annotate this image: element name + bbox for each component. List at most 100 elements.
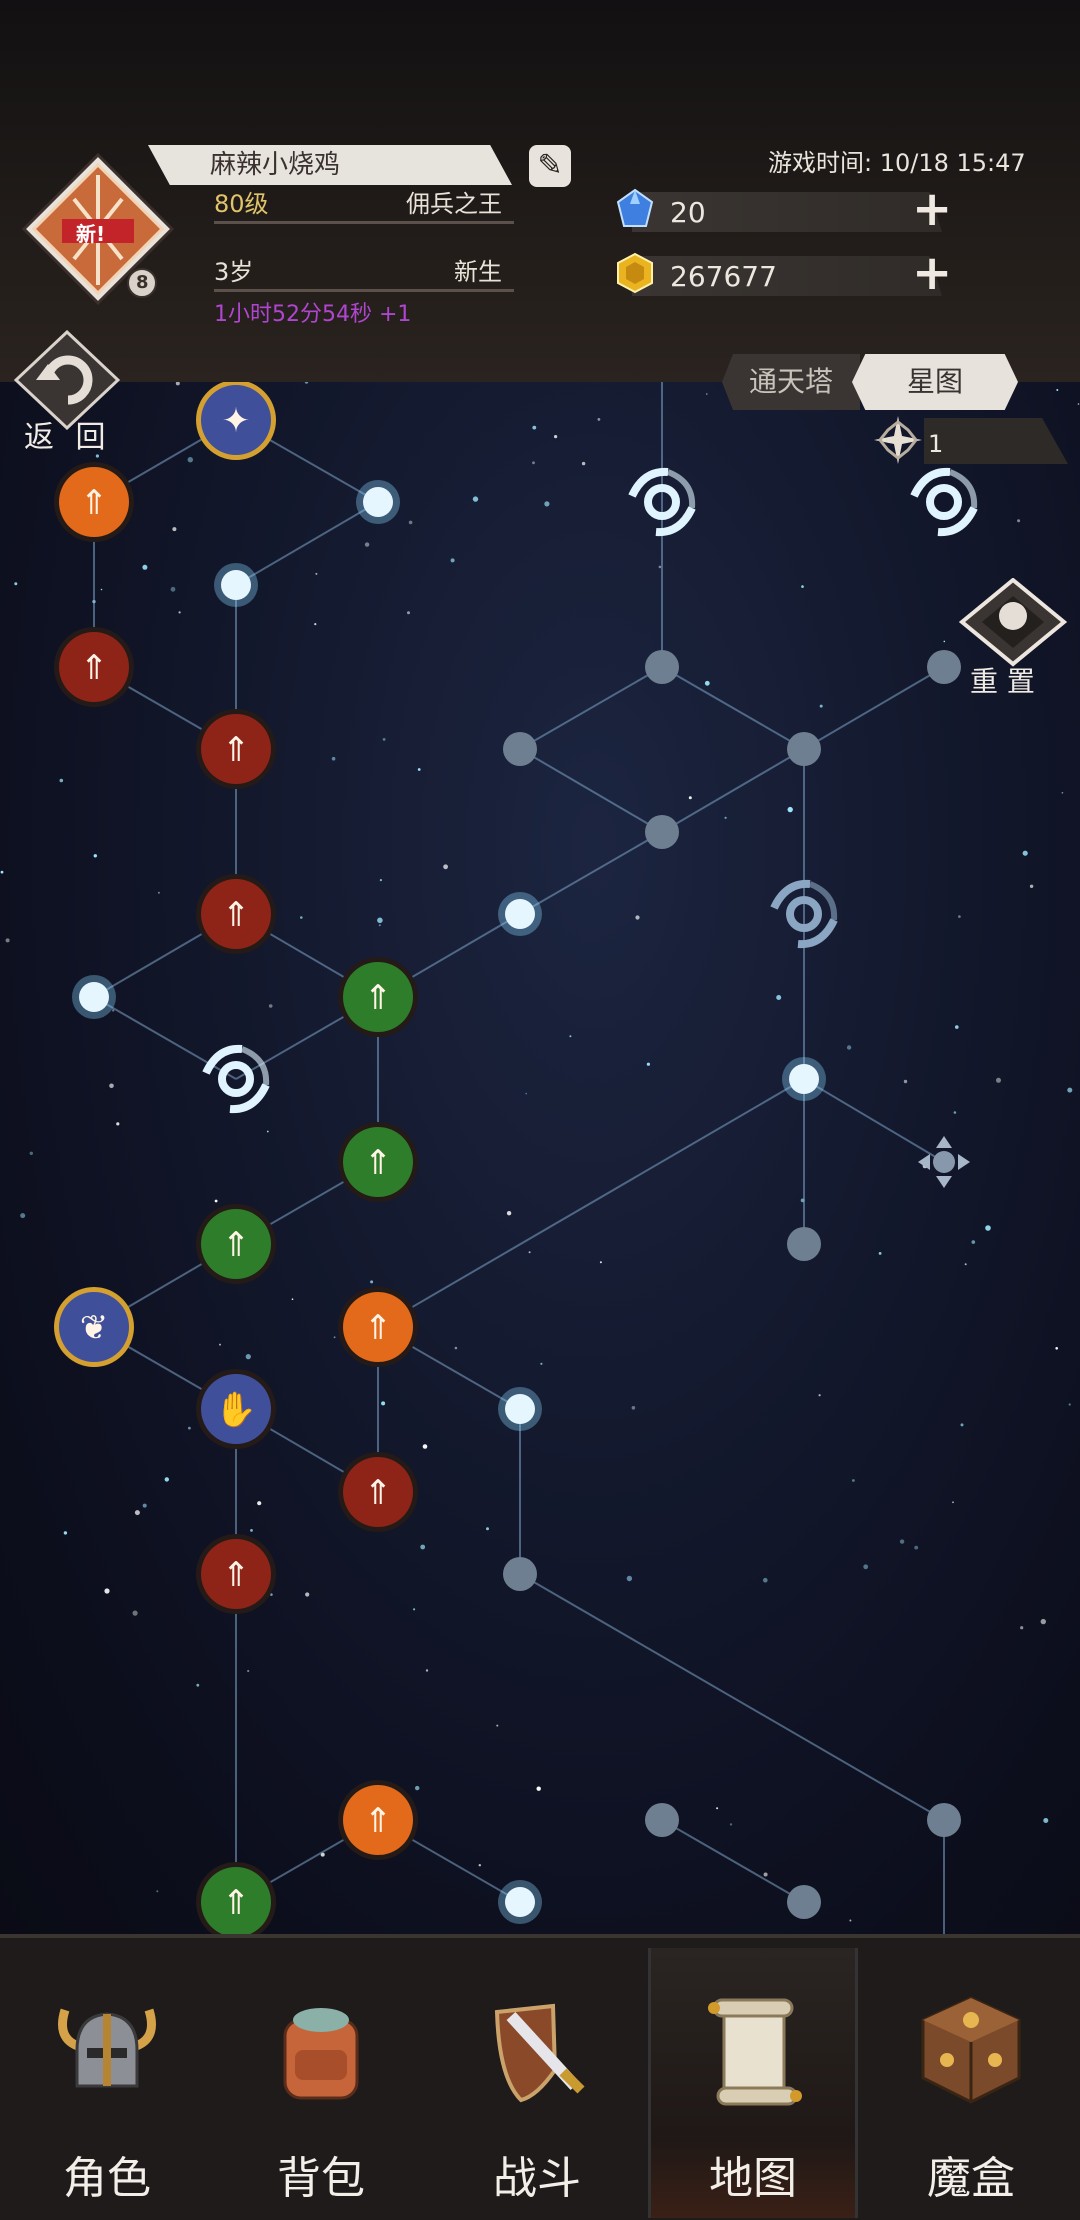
active-star-node[interactable] [782,1057,826,1101]
locked-star-node[interactable] [787,1885,821,1919]
background-star [955,1025,959,1029]
svg-text:⇑: ⇑ [364,1801,393,1841]
diamond-counter: 20 [632,192,942,232]
background-star [985,1225,991,1231]
background-star [413,1608,416,1611]
background-star [496,1724,499,1727]
active-star-node[interactable] [498,1880,542,1924]
locked-star-node[interactable] [645,815,679,849]
nav-magic-box[interactable]: 魔盒 [866,1948,1076,2218]
locked-star-node[interactable] [927,1803,961,1837]
svg-text:⇑: ⇑ [222,730,251,770]
vortex-icon[interactable] [910,467,978,537]
fire-skill-node[interactable]: ⇑ [54,462,134,542]
backpack-icon [283,2008,359,2100]
background-star [100,588,103,591]
background-star [408,520,413,525]
background-star [958,915,961,918]
shield-skill-node[interactable]: ⇑ [196,709,276,789]
background-star [104,1588,110,1594]
background-star [971,1240,976,1244]
star-map-canvas[interactable]: ✦ ⇑ ⇑ ⇑ ⇑ ⇑ ⇑ ⇑ ❦ ✋ ⇑ ⇑ ⇑ ⇑ ⇑ [0,382,1080,1934]
add-diamond-button[interactable]: + [912,185,952,233]
locked-star-node[interactable] [927,650,961,684]
nature-skill-node[interactable]: ⇑ [196,1862,276,1934]
player-name: 麻辣小烧鸡 [210,150,341,180]
active-star-node[interactable] [72,975,116,1019]
blood-skill-node[interactable]: ⇑ [54,627,134,707]
shield-skill-node[interactable]: ⇑ [338,1452,418,1532]
nature-skill-node[interactable]: ⇑ [338,1122,418,1202]
avatar-new-badge: 新! [76,222,106,246]
background-star [599,1261,602,1264]
background-star [569,1035,572,1038]
locked-star-node[interactable] [645,1803,679,1837]
move-cross-icon[interactable] [918,1136,970,1188]
svg-text:✋: ✋ [215,1390,257,1430]
heal-skill-node[interactable]: ✋ [196,1369,276,1449]
spirit-skill-node[interactable]: ❦ [54,1287,134,1367]
background-star [425,1669,429,1672]
active-star-node[interactable] [214,563,258,607]
background-star [763,1872,768,1877]
nav-character[interactable]: 角色 [2,1948,212,2218]
player-header: 新! 8 麻辣小烧鸡 ✎ 80级 佣兵之王 3岁 新生 1小时52分54秒 +1… [0,0,1080,382]
background-star [1055,1347,1058,1350]
background-star [245,1354,251,1360]
nav-label: 角色 [63,2153,151,2204]
background-star [996,1077,1001,1083]
background-star [454,1346,458,1350]
spirit-skill-node[interactable]: ✦ [196,382,276,460]
background-star [903,1079,908,1084]
diamond-icon [616,188,654,227]
blood-skill-node[interactable]: ⇑ [196,1534,276,1614]
svg-text:⇑: ⇑ [222,895,251,935]
background-star [528,1251,531,1254]
diamond-count: 20 [670,196,706,229]
locked-star-node[interactable] [645,650,679,684]
background-star [305,1592,310,1597]
tab-star-map[interactable]: 星图 [852,354,1018,410]
background-star [250,1529,253,1532]
add-gold-button[interactable]: + [912,249,952,297]
background-star [1056,389,1059,391]
background-star [422,1444,428,1449]
nav-backpack[interactable]: 背包 [216,1948,426,2218]
fire-skill-node[interactable]: ⇑ [338,1287,418,1367]
star-map[interactable]: ✦ ⇑ ⇑ ⇑ ⇑ ⇑ ⇑ ⇑ ❦ ✋ ⇑ ⇑ ⇑ ⇑ ⇑ [0,382,1080,1934]
reset-label: 重 置 [970,665,1035,698]
background-star [63,1531,68,1535]
game-time: 游戏时间: 10/18 15:47 [768,149,1026,177]
background-star [381,1401,386,1406]
plus-icon: + [912,245,953,301]
active-star-node[interactable] [498,1387,542,1431]
background-star [364,542,370,547]
background-star [450,558,455,563]
nav-label: 背包 [277,2153,365,2204]
background-star [420,1544,426,1550]
background-star [486,1527,489,1531]
shield-skill-node[interactable]: ⇑ [196,874,276,954]
edit-name-button[interactable]: ✎ [529,145,571,187]
active-star-node[interactable] [498,892,542,936]
scroll-map-icon [708,1998,802,2106]
tab-tower[interactable]: 通天塔 [722,354,860,410]
reset-button[interactable]: 重 置 [958,577,1068,698]
svg-text:⇑: ⇑ [80,483,109,523]
nav-map[interactable]: 地图 [648,1948,858,2218]
plus-icon: + [912,181,953,237]
locked-star-node[interactable] [787,732,821,766]
background-star [1029,884,1034,888]
level-bar: 80级 佣兵之王 [214,184,514,224]
locked-star-node[interactable] [787,1227,821,1261]
background-star [763,1577,768,1583]
locked-star-node[interactable] [503,732,537,766]
active-star-node[interactable] [356,480,400,524]
nav-battle[interactable]: 战斗 [432,1948,642,2218]
back-button[interactable]: 返 回 [13,329,121,455]
background-star [952,1501,954,1504]
locked-star-node[interactable] [503,1557,537,1591]
fire-skill-node[interactable]: ⇑ [338,1780,418,1860]
nature-skill-node[interactable]: ⇑ [196,1204,276,1284]
nature-skill-node[interactable]: ⇑ [338,957,418,1037]
